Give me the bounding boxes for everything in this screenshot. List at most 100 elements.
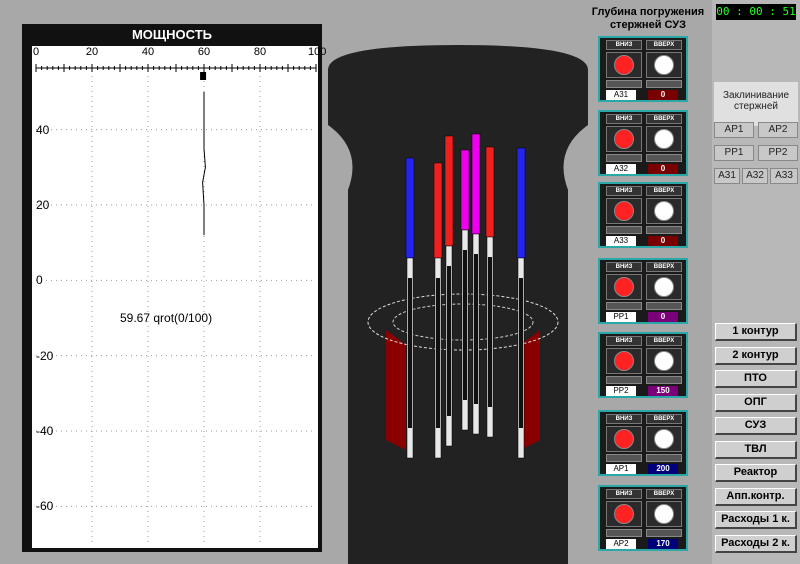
y-tick-label: -40 — [36, 424, 54, 438]
rod-down-button[interactable] — [606, 426, 642, 452]
rod-down-button[interactable] — [606, 348, 642, 374]
rod-panel: ВНИЗ ВВЕРХ А33 0 — [598, 182, 688, 248]
rod-panel: ВНИЗ ВВЕРХ РР2 150 — [598, 332, 688, 398]
rod-name: А31 — [606, 90, 636, 100]
down-label: ВНИЗ — [606, 186, 642, 196]
rod-name: АР2 — [606, 539, 636, 549]
rod-down-button[interactable] — [606, 501, 642, 527]
rod-panel: ВНИЗ ВВЕРХ А32 0 — [598, 110, 688, 176]
rod-down-button[interactable] — [606, 198, 642, 224]
rod-depth-value: 0 — [648, 90, 678, 100]
rod-up-button[interactable] — [646, 198, 682, 224]
up-slot — [646, 302, 682, 310]
rod-depth-value: 170 — [648, 539, 678, 549]
lock-button[interactable]: РР1 — [714, 145, 754, 161]
nav-button[interactable]: ПТО — [715, 370, 797, 388]
rod-depth-value: 0 — [648, 236, 678, 246]
y-tick-label: -20 — [36, 348, 54, 363]
power-marker[interactable] — [200, 72, 207, 80]
nav-button[interactable]: Апп.контр. — [715, 487, 797, 506]
rod-up-button[interactable] — [646, 348, 682, 374]
rod-panel: ВНИЗ ВВЕРХ РР1 0 — [598, 258, 688, 324]
rod-top — [444, 135, 454, 247]
nav-button[interactable]: СУЗ — [715, 417, 797, 435]
up-label: ВВЕРХ — [646, 114, 682, 124]
up-slot — [646, 529, 682, 537]
rod-up-button[interactable] — [646, 426, 682, 452]
up-slot — [646, 154, 682, 162]
y-tick-label: 0 — [36, 273, 43, 288]
rod-top — [516, 147, 526, 259]
rod-up-button[interactable] — [646, 126, 682, 152]
down-label: ВНИЗ — [606, 114, 642, 124]
rod-name: А32 — [606, 164, 636, 174]
rod-name: А33 — [606, 236, 636, 246]
rod-panel: ВНИЗ ВВЕРХ АР2 170 — [598, 485, 688, 551]
x-tick-label: 60 — [197, 46, 211, 58]
rod-up-button[interactable] — [646, 52, 682, 78]
red-dot-icon — [614, 129, 634, 149]
rod-up-button[interactable] — [646, 501, 682, 527]
lock-button[interactable]: А33 — [770, 168, 798, 184]
up-label: ВВЕРХ — [646, 186, 682, 196]
rod-top — [405, 157, 415, 259]
up-slot — [646, 376, 682, 384]
down-slot — [606, 80, 642, 88]
down-slot — [606, 529, 642, 537]
y-tick-label: -60 — [36, 499, 54, 514]
rod-depth-value: 200 — [648, 464, 678, 474]
up-slot — [646, 80, 682, 88]
red-dot-icon — [614, 351, 634, 371]
lock-button[interactable]: РР2 — [758, 145, 798, 161]
y-tick-label: 40 — [36, 122, 50, 137]
power-series-line — [202, 92, 206, 236]
x-tick-label: 20 — [85, 46, 99, 58]
nav-button[interactable]: 2 контур — [715, 346, 797, 365]
power-chart-panel: МОЩНОСТЬ 0 20 40 60 80 100 40 20 0 -20 -40 -60 59.… — [22, 24, 326, 552]
x-tick-label: 40 — [141, 46, 155, 58]
red-dot-icon — [614, 55, 634, 75]
rod-down-button[interactable] — [606, 274, 642, 300]
rod-top — [433, 162, 443, 259]
up-label: ВВЕРХ — [646, 489, 682, 499]
rod-up-button[interactable] — [646, 274, 682, 300]
nav-button[interactable]: Расходы 1 к. — [715, 511, 797, 529]
x-tick-label: 0 — [32, 46, 40, 58]
rod-top — [485, 146, 495, 238]
clock-display: 00 : 00 : 51 — [716, 4, 796, 20]
red-dot-icon — [614, 429, 634, 449]
nav-button[interactable]: Расходы 2 к. — [715, 534, 797, 553]
rod-name: АР1 — [606, 464, 636, 474]
lock-button[interactable]: АР1 — [714, 122, 754, 138]
rod-core — [488, 257, 492, 407]
rod-core — [474, 254, 478, 404]
rod-core — [436, 278, 440, 428]
rod-core — [408, 278, 412, 428]
rod-name: РР1 — [606, 312, 636, 322]
rod-depth-value: 150 — [648, 386, 678, 396]
up-label: ВВЕРХ — [646, 262, 682, 272]
nav-button[interactable]: Реактор — [715, 464, 797, 482]
lock-button[interactable]: АР2 — [758, 122, 798, 138]
nav-button[interactable]: ОПГ — [715, 393, 797, 412]
rod-top — [460, 149, 470, 231]
down-label: ВНИЗ — [606, 336, 642, 346]
lock-button[interactable]: А32 — [742, 168, 768, 184]
chart-area: 0 20 40 60 80 100 40 20 0 -20 -40 -60 59.67 qrot(0… — [32, 46, 326, 548]
rod-down-button[interactable] — [606, 52, 642, 78]
reactor-vessel — [328, 45, 588, 564]
down-slot — [606, 454, 642, 462]
white-dot-icon — [654, 429, 674, 449]
lock-button[interactable]: А31 — [714, 168, 740, 184]
rod-panel: ВНИЗ ВВЕРХ АР1 200 — [598, 410, 688, 476]
white-dot-icon — [654, 55, 674, 75]
down-slot — [606, 154, 642, 162]
white-dot-icon — [654, 351, 674, 371]
nav-button[interactable]: 1 контур — [715, 323, 797, 341]
down-label: ВНИЗ — [606, 414, 642, 424]
nav-button[interactable]: ТВЛ — [715, 440, 797, 459]
rod-top — [471, 133, 481, 235]
header-title: Глубина погружения стержней СУЗ — [591, 6, 705, 31]
down-slot — [606, 302, 642, 310]
rod-down-button[interactable] — [606, 126, 642, 152]
